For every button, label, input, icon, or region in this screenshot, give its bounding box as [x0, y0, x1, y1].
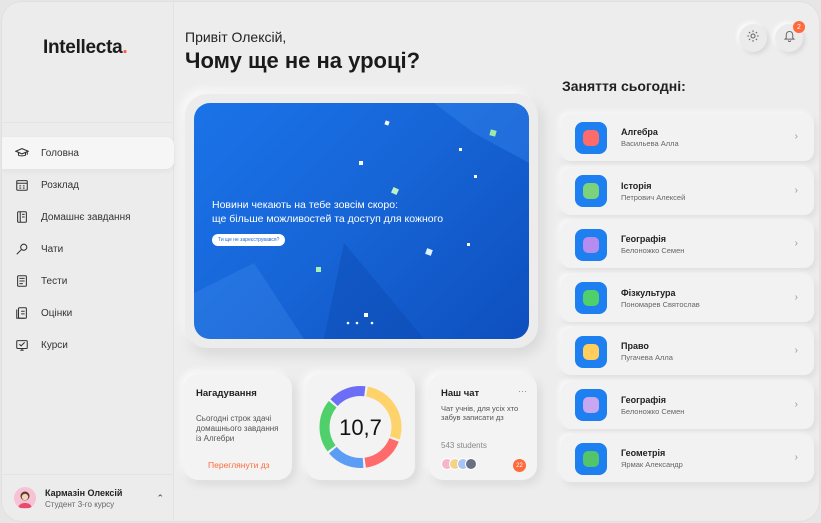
- subject-icon: [575, 442, 607, 475]
- lesson-name: Право: [621, 341, 649, 351]
- sidebar-item-label: Оцінки: [41, 307, 73, 319]
- lesson-name: Історія: [621, 180, 652, 191]
- reminder-card: Нагадування Сьогодні строк здачі домашнь…: [184, 374, 292, 480]
- reminder-title: Нагадування: [196, 388, 257, 399]
- subject-icon: [575, 121, 607, 154]
- chevron-right-icon: ›: [794, 345, 798, 356]
- chevron-right-icon: ›: [794, 238, 798, 249]
- sidebar-item-home[interactable]: Головна: [2, 137, 174, 169]
- lessons-title: Заняття сьогодні:: [562, 78, 686, 94]
- lessons-list: Алгебра Васильева Алла › Історія Петрович Ал…: [561, 114, 814, 489]
- user-role: Студент 3-го курсу: [45, 499, 115, 509]
- user-name: Кармазін Олексій: [45, 487, 123, 498]
- user-profile[interactable]: Кармазін Олексій Студент 3-го курсу ⌃: [2, 474, 174, 521]
- subject-icon: [575, 228, 607, 261]
- news-banner: Новини чекають на тебе зовсім скоро: ще …: [194, 103, 529, 339]
- graduation-cap-icon: [15, 146, 29, 160]
- lesson-name: Алгебра: [621, 127, 658, 137]
- sidebar-item-tests[interactable]: Тести: [2, 265, 174, 297]
- app-window: Intellecta. Головна Розклад Домашнє завд…: [2, 2, 819, 521]
- test-sheet-icon: [15, 274, 29, 288]
- grade-average: 10,7: [339, 415, 382, 440]
- courses-icon: [15, 338, 29, 352]
- chat-title: Наш чат: [441, 388, 480, 399]
- lesson-teacher: Белоножко Семен: [621, 406, 685, 416]
- lesson-item[interactable]: Геометрія Ярмак Александр ›: [561, 435, 814, 482]
- calendar-icon: [15, 178, 29, 192]
- sidebar-item-label: Головна: [41, 147, 79, 159]
- member-avatars: [441, 458, 477, 470]
- register-button[interactable]: Ти ще не зареєструвався?: [212, 234, 286, 246]
- notification-badge: 2: [793, 21, 805, 33]
- avatar: [465, 458, 477, 470]
- sidebar-item-label: Розклад: [41, 179, 79, 191]
- chevron-right-icon: ›: [794, 184, 798, 196]
- lesson-item[interactable]: Географія Белоножко Семен ›: [561, 221, 814, 268]
- donut-segment: [330, 386, 366, 407]
- sidebar-item-label: Курси: [41, 339, 68, 351]
- sidebar-item-chats[interactable]: Чати: [2, 233, 174, 265]
- more-icon[interactable]: ···: [518, 386, 527, 396]
- lesson-item[interactable]: Географія Белоножко Семен ›: [561, 381, 814, 429]
- logo[interactable]: Intellecta.: [43, 37, 128, 59]
- sidebar-item-grades[interactable]: Оцінки: [2, 297, 174, 329]
- chevron-right-icon: ›: [794, 398, 798, 410]
- lesson-item[interactable]: Історія Петрович Алексей ›: [561, 167, 814, 215]
- reminder-text: Сьогодні строк здачі домашнього завдання…: [196, 414, 279, 443]
- lesson-teacher: Пугачева Алла: [621, 353, 673, 362]
- view-homework-link[interactable]: Переглянути дз: [208, 460, 270, 470]
- greeting: Привіт Олексій,: [185, 29, 287, 45]
- subject-icon: [575, 335, 607, 368]
- page-title: Чому ще не на уроці?: [185, 48, 421, 73]
- sidebar-item-schedule[interactable]: Розклад: [2, 169, 174, 201]
- lesson-item[interactable]: Алгебра Васильева Алла ›: [561, 114, 814, 161]
- lesson-name: Географія: [621, 234, 667, 244]
- chat-description: Чат учнів, для усіх хто забув записати д…: [441, 404, 519, 422]
- divider: [2, 122, 174, 123]
- banner-text: Новини чекають на тебе зовсім скоро: ще …: [212, 199, 444, 225]
- lesson-teacher: Васильева Алла: [621, 139, 679, 148]
- notebook-icon: [15, 210, 29, 224]
- sidebar: Intellecta. Головна Розклад Домашнє завд…: [2, 2, 174, 521]
- sidebar-item-label: Чати: [41, 243, 64, 255]
- grade-card: 10,7: [306, 374, 415, 480]
- bell-icon: [783, 29, 796, 47]
- lesson-name: Фізкультура: [621, 287, 676, 298]
- donut-segment: [364, 437, 399, 468]
- chat-card[interactable]: Наш чат ··· Чат учнів, для усіх хто забу…: [429, 374, 537, 480]
- sidebar-item-homework[interactable]: Домашнє завдання: [2, 201, 174, 233]
- chevron-right-icon: ›: [794, 452, 798, 463]
- settings-button[interactable]: [739, 24, 767, 52]
- avatar: [14, 487, 36, 509]
- subject-icon: [575, 389, 607, 421]
- lesson-item[interactable]: Фізкультура Пономарев Святослав ›: [561, 274, 814, 322]
- lesson-teacher: Петрович Алексей: [621, 192, 686, 202]
- sidebar-item-courses[interactable]: Курси: [2, 329, 174, 361]
- lesson-teacher: Пономарев Святослав: [621, 299, 700, 309]
- chevron-right-icon: ›: [794, 291, 798, 303]
- unread-badge: 22: [513, 459, 526, 472]
- lesson-item[interactable]: Право Пугачева Алла ›: [561, 328, 814, 375]
- lesson-name: Географія: [621, 394, 667, 405]
- students-count: 543 students: [441, 441, 487, 450]
- sidebar-nav: Головна Розклад Домашнє завдання Чати Те…: [2, 137, 174, 361]
- gear-icon: [746, 29, 760, 48]
- subject-icon: [575, 175, 607, 207]
- sidebar-item-label: Домашнє завдання: [41, 211, 131, 223]
- grades-icon: [15, 306, 29, 320]
- donut-segment: [329, 446, 364, 468]
- sidebar-item-label: Тести: [41, 275, 68, 287]
- subject-icon: [575, 282, 607, 314]
- lesson-teacher: Ярмак Александр: [621, 460, 683, 469]
- chevron-updown-icon[interactable]: ⌃: [156, 493, 164, 504]
- chat-search-icon: [15, 242, 29, 256]
- lesson-teacher: Белоножко Семен: [621, 246, 685, 255]
- lesson-name: Геометрія: [621, 448, 666, 458]
- chevron-right-icon: ›: [794, 131, 798, 142]
